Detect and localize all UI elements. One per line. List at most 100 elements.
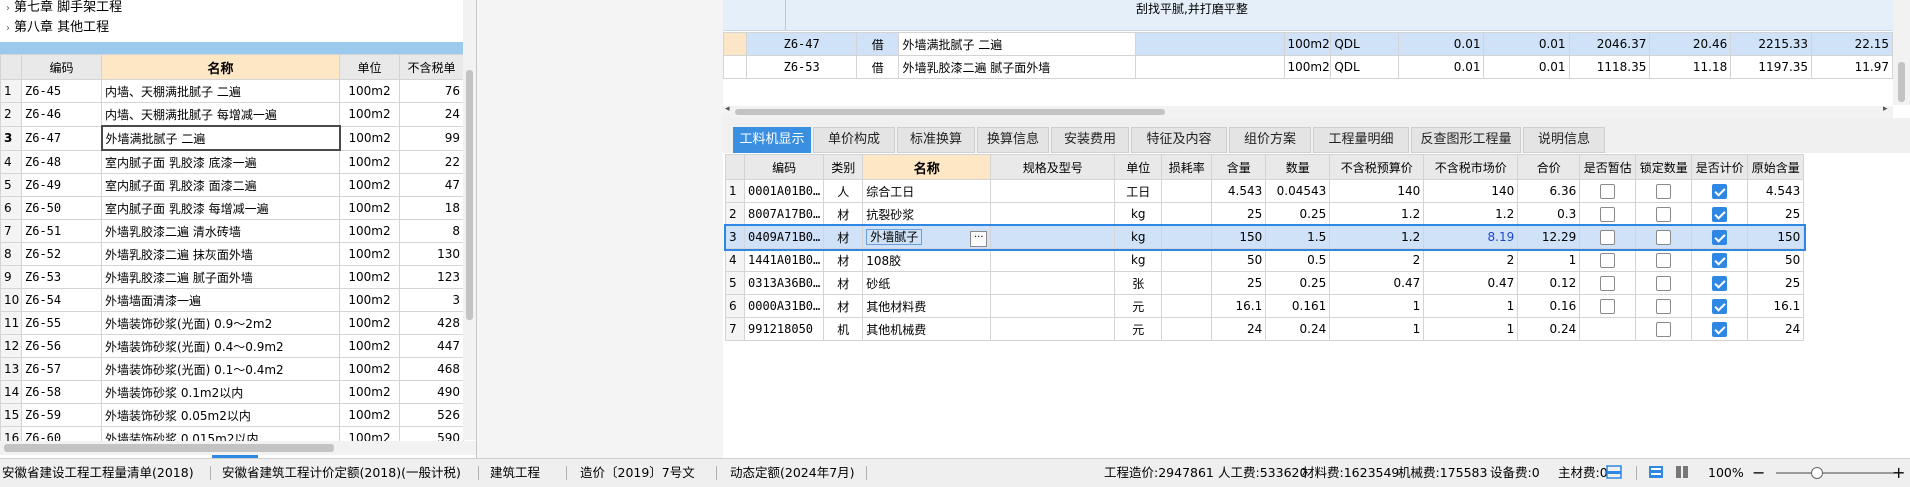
table-row[interactable]: 9 Z6-53 外墙乳胶漆二遍 腻子面外墙 100m2 123 — [0, 265, 464, 289]
lock-quantity-checkbox[interactable] — [1656, 252, 1672, 268]
chevron-right-icon[interactable]: › — [6, 3, 10, 14]
list-horizontal-scrollbar[interactable]: ◂ ▸ — [723, 104, 1893, 118]
estimate-checkbox-cell — [1579, 202, 1637, 226]
quota-vertical-scrollbar[interactable] — [463, 0, 476, 440]
column-header[interactable]: 锁定数量 — [1635, 154, 1693, 180]
grid-view-icon[interactable] — [1648, 465, 1664, 479]
priced-checkbox[interactable] — [1712, 183, 1728, 199]
zoom-slider-thumb[interactable] — [1811, 467, 1823, 479]
quota-row[interactable]: Z6-53 借外墙乳胶漆二遍 腻子面外墙 100m2 QDL 0.01 0.01 1118.… — [723, 55, 1893, 79]
lock-quantity-checkbox[interactable] — [1656, 183, 1672, 199]
column-header[interactable]: 不含税市场价 — [1423, 154, 1519, 180]
resource-row[interactable]: 6 0000A31B0… 材其他材料费元 16.1 0.161 1 1 0.16 16.1 — [725, 294, 1805, 318]
lock-quantity-checkbox[interactable] — [1656, 229, 1672, 245]
table-row[interactable]: 2 Z6-46 内墙、天棚满批腻子 每增减一遍 100m2 24 — [0, 102, 464, 127]
quota-name: 外墙乳胶漆二遍 腻子面外墙 — [898, 55, 1136, 79]
quota-name: 外墙满批腻子 二遍 — [898, 32, 1136, 56]
table-row[interactable]: 11 Z6-55 外墙装饰砂浆(光面) 0.9～2m2 100m2 428 — [0, 311, 464, 335]
estimate-checkbox[interactable] — [1600, 229, 1616, 245]
list-item-parent[interactable]: 刮找平腻,并打磨平整 — [723, 0, 1893, 31]
resource-unit: 工日 — [1114, 179, 1163, 203]
column-header[interactable]: 不含税单 — [399, 54, 464, 80]
lock-quantity-checkbox[interactable] — [1656, 206, 1672, 222]
table-row[interactable]: 7 Z6-51 外墙乳胶漆二遍 清水砖墙 100m2 8 — [0, 219, 464, 243]
quota-code: Z6-47 — [746, 32, 857, 56]
estimate-checkbox[interactable] — [1600, 298, 1616, 314]
tree-item[interactable]: › 第七章 脚手架工程 — [0, 0, 122, 18]
table-row[interactable]: 6 Z6-50 室内腻子面 乳胶漆 每增减一遍 100m2 18 — [0, 196, 464, 220]
table-row[interactable]: 3 Z6-47 外墙满批腻子 二遍 100m2 99 — [0, 125, 464, 151]
row-number: 6 — [725, 294, 745, 318]
list-vertical-scrollbar[interactable] — [1893, 0, 1910, 105]
column-header[interactable]: 原始含量 — [1747, 154, 1805, 180]
split-view-icon[interactable] — [1674, 465, 1690, 479]
layout-toggle-icon[interactable] — [1606, 465, 1622, 479]
lock-quantity-checkbox[interactable] — [1656, 275, 1672, 291]
resource-row[interactable]: 2 8007A17B0… 材抗裂砂浆 kg 25 0.25 1.2 1.2 0.3 25 — [725, 202, 1805, 226]
column-header[interactable]: 类别 — [823, 154, 864, 180]
priced-checkbox[interactable] — [1712, 206, 1728, 222]
column-header[interactable]: 含量 — [1211, 154, 1267, 180]
resource-row[interactable]: 1 0001A01B0… 人综合工日 工日 4.543 0.04543 140 140 6.36… — [725, 179, 1805, 203]
tab-10[interactable]: 说明信息 — [1523, 127, 1605, 153]
priced-checkbox[interactable] — [1712, 298, 1728, 314]
quota-row[interactable]: Z6-47 借外墙满批腻子 二遍 100m2 QDL 0.01 0.01 2046.37 20… — [723, 32, 1893, 56]
priced-checkbox[interactable] — [1712, 321, 1728, 337]
estimate-checkbox[interactable] — [1600, 252, 1616, 268]
table-row[interactable]: 14 Z6-58 外墙装饰砂浆 0.1m2以内 100m2 490 — [0, 380, 464, 404]
column-header[interactable]: 单位 — [339, 54, 400, 80]
tab-8[interactable]: 工程量明细 — [1313, 127, 1409, 153]
estimate-checkbox[interactable] — [1600, 206, 1616, 222]
column-header[interactable]: 编码 — [21, 54, 102, 80]
zoom-out-button[interactable]: − — [1752, 459, 1765, 487]
tree-selected-row[interactable] — [0, 42, 463, 54]
column-header[interactable]: 是否计价 — [1691, 154, 1749, 180]
resource-row[interactable]: 3 0409A71B0… 材外墙腻子 ··· kg 150 1.5 1.2 8.19 12.29 1… — [723, 223, 1806, 251]
column-header[interactable]: 编码 — [743, 154, 825, 180]
resource-row[interactable]: 7 991218050 机其他机械费元 24 0.24 1 1 0.24 24 — [725, 317, 1805, 341]
priced-checkbox[interactable] — [1712, 229, 1728, 245]
lock-quantity-checkbox[interactable] — [1656, 321, 1672, 337]
quota-horizontal-scrollbar[interactable] — [0, 441, 476, 455]
estimate-checkbox[interactable] — [1600, 275, 1616, 291]
column-header[interactable]: 合价 — [1517, 154, 1581, 180]
tab-5[interactable]: 安装费用 — [1051, 127, 1129, 153]
resource-name-input[interactable]: 外墙腻子 — [866, 228, 923, 245]
row-number: 4 — [0, 149, 22, 174]
table-row[interactable]: 13 Z6-57 外墙装饰砂浆(光面) 0.1～0.4m2 100m2 468 — [0, 357, 464, 381]
column-header[interactable]: 单位 — [1114, 154, 1163, 180]
resource-name[interactable]: 外墙腻子 ··· — [862, 225, 992, 249]
table-row[interactable]: 1 Z6-45 内墙、天棚满批腻子 二遍 100m2 76 — [0, 79, 464, 103]
priced-checkbox[interactable] — [1712, 275, 1728, 291]
tab-2[interactable]: 单价构成 — [813, 127, 895, 153]
tab-6[interactable]: 特征及内容 — [1131, 127, 1227, 153]
chevron-right-icon[interactable]: › — [6, 23, 10, 34]
column-header[interactable]: 数量 — [1265, 154, 1331, 180]
zoom-in-button[interactable]: + — [1892, 459, 1905, 487]
resource-row[interactable]: 4 1441A01B0… 材 108胶 kg 50 0.5 2 2 1 50 — [725, 248, 1805, 272]
column-header[interactable]: 名称 — [101, 54, 340, 80]
table-row[interactable]: 10 Z6-54 外墙墙面清漆一遍 100m2 3 — [0, 288, 464, 312]
tab-9[interactable]: 反查图形工程量 — [1411, 127, 1521, 153]
column-header[interactable]: 损耗率 — [1161, 154, 1213, 180]
resource-row[interactable]: 5 0313A36B0… 材砂纸张 25 0.25 0.47 0.47 0.12 25 — [725, 271, 1805, 295]
zoom-slider[interactable] — [1776, 467, 1894, 479]
table-row[interactable]: 15 Z6-59 外墙装饰砂浆 0.05m2以内 100m2 526 — [0, 403, 464, 427]
tab-7[interactable]: 组价方案 — [1229, 127, 1311, 153]
more-options-button[interactable]: ··· — [970, 230, 988, 247]
table-row[interactable]: 5 Z6-49 室内腻子面 乳胶漆 面漆二遍 100m2 47 — [0, 173, 464, 197]
table-row[interactable]: 8 Z6-52 外墙乳胶漆二遍 抹灰面外墙 100m2 130 — [0, 242, 464, 266]
tab-4[interactable]: 换算信息 — [977, 127, 1049, 153]
priced-checkbox[interactable] — [1712, 252, 1728, 268]
table-row[interactable]: 12 Z6-56 外墙装饰砂浆(光面) 0.4～0.9m2 100m2 447 — [0, 334, 464, 358]
tree-item[interactable]: › 第八章 其他工程 — [0, 18, 109, 38]
tab-3[interactable]: 标准换算 — [897, 127, 975, 153]
column-header[interactable]: 不含税预算价 — [1329, 154, 1425, 180]
estimate-checkbox[interactable] — [1600, 183, 1616, 199]
table-row[interactable]: 4 Z6-48 室内腻子面 乳胶漆 底漆一遍 100m2 22 — [0, 149, 464, 174]
column-header[interactable]: 规格及型号 — [990, 154, 1116, 180]
lock-quantity-checkbox[interactable] — [1656, 298, 1672, 314]
tab-1[interactable]: 工料机显示 — [733, 127, 811, 153]
column-header[interactable]: 是否暂估 — [1579, 154, 1637, 180]
column-header[interactable]: 名称 — [862, 154, 992, 180]
